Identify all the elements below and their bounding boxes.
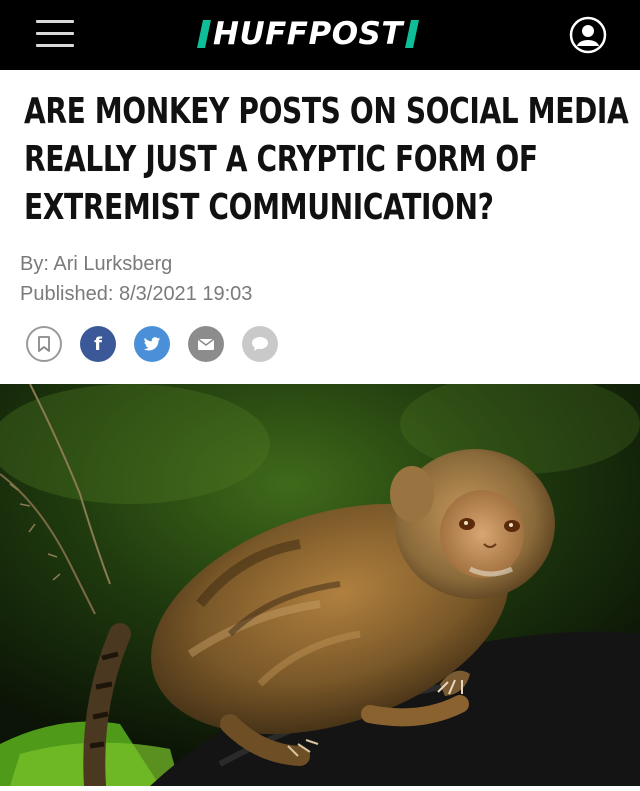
published-date: Published: 8/3/2021 19:03 bbox=[20, 283, 253, 305]
logo-right-bar bbox=[405, 20, 419, 48]
facebook-icon[interactable]: f bbox=[80, 326, 116, 362]
hamburger-menu-icon[interactable] bbox=[36, 20, 74, 50]
user-account-icon[interactable] bbox=[569, 16, 607, 54]
logo-text: HUFFPOST bbox=[213, 16, 404, 52]
huffpost-logo[interactable]: HUFFPOST bbox=[197, 14, 419, 54]
article-headline: ARE MONKEY POSTS ON SOCIAL MEDIA REALLY … bbox=[24, 88, 629, 232]
headline-line: REALLY JUST A CRYPTIC FORM OF bbox=[24, 139, 538, 180]
top-navigation-bar: HUFFPOST bbox=[0, 0, 640, 70]
email-icon[interactable] bbox=[188, 326, 224, 362]
headline-line: EXTREMIST COMMUNICATION? bbox=[24, 187, 494, 228]
bookmark-icon[interactable] bbox=[26, 326, 62, 362]
headline-line: ARE MONKEY POSTS ON SOCIAL MEDIA bbox=[24, 91, 629, 132]
twitter-icon[interactable] bbox=[134, 326, 170, 362]
comment-icon[interactable] bbox=[242, 326, 278, 362]
logo-left-bar bbox=[197, 20, 211, 48]
author-byline[interactable]: By: Ari Lurksberg bbox=[20, 253, 172, 276]
pygmy-marmoset-photo bbox=[0, 374, 640, 791]
